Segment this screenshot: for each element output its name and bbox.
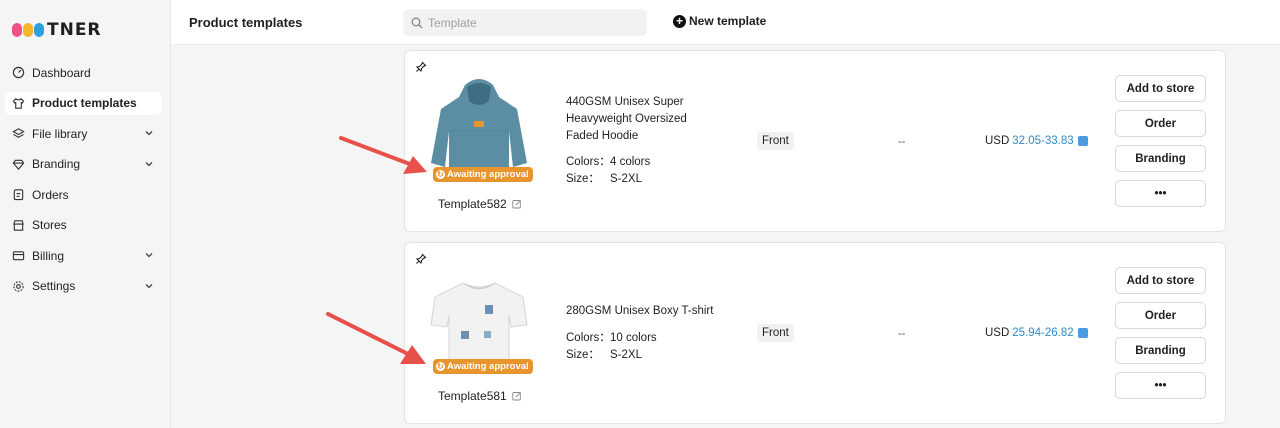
search-icon — [411, 17, 423, 28]
placement-tag: Front — [757, 324, 794, 342]
sidebar-item-label: Billing — [32, 248, 65, 263]
product-size: Size： S-2XL — [566, 173, 642, 185]
diamond-icon — [11, 157, 25, 171]
order-button[interactable]: Order — [1115, 302, 1206, 329]
sidebar-nav: Dashboard Product templates File library… — [5, 61, 162, 305]
wallet-icon — [11, 249, 25, 263]
edit-icon[interactable] — [512, 391, 522, 401]
chevron-down-icon[interactable] — [144, 281, 154, 291]
price: USD 32.05-33.83 — [985, 135, 1088, 147]
add-to-store-button[interactable]: Add to store — [1115, 267, 1206, 294]
product-colors: Colors：4 colors — [566, 156, 651, 168]
empty-value: -- — [898, 136, 906, 148]
pin-icon[interactable] — [415, 61, 427, 73]
store-icon — [11, 218, 25, 232]
hoodie-image[interactable] — [429, 71, 529, 181]
new-template-label: New template — [689, 14, 767, 28]
placement-tag: Front — [757, 132, 794, 150]
sidebar-item-label: File library — [32, 126, 88, 141]
more-button[interactable]: ••• — [1115, 180, 1206, 207]
product-colors: Colors：10 colors — [566, 332, 657, 344]
chevron-down-icon[interactable] — [144, 128, 154, 138]
empty-value: -- — [898, 328, 906, 340]
edit-icon[interactable] — [512, 199, 522, 209]
status-badge: ↻ Awaiting approval — [433, 167, 533, 182]
brand-logo-mark — [12, 23, 44, 37]
clipboard-icon — [11, 188, 25, 202]
template-name: Template581 — [438, 389, 522, 403]
price: USD 25.94-26.82 — [985, 327, 1088, 339]
template-name: Template582 — [438, 197, 522, 211]
branding-button[interactable]: Branding — [1115, 337, 1206, 364]
plus-circle-icon: + — [673, 14, 686, 28]
clock-icon: ↻ — [436, 362, 445, 371]
chevron-down-icon[interactable] — [144, 159, 154, 169]
sidebar-item-billing[interactable]: Billing — [5, 244, 162, 267]
price-info-icon[interactable] — [1077, 328, 1088, 338]
template-card: ↻ Awaiting approval Template582 440GSM U… — [404, 50, 1226, 232]
sidebar-item-label: Dashboard — [32, 65, 91, 80]
template-card: ↻ Awaiting approval Template581 280GSM U… — [404, 242, 1226, 424]
page-title: Product templates — [189, 15, 303, 30]
search-input[interactable] — [428, 15, 628, 30]
sidebar: TNER Dashboard Product templates File li… — [0, 0, 171, 428]
chevron-down-icon[interactable] — [144, 250, 154, 260]
branding-button[interactable]: Branding — [1115, 145, 1206, 172]
sidebar-item-product-templates[interactable]: Product templates — [5, 91, 162, 115]
sidebar-item-stores[interactable]: Stores — [5, 214, 162, 237]
price-info-icon[interactable] — [1077, 136, 1088, 146]
status-badge: ↻ Awaiting approval — [433, 359, 533, 374]
sidebar-item-label: Orders — [32, 187, 69, 202]
pin-icon[interactable] — [415, 253, 427, 265]
add-to-store-button[interactable]: Add to store — [1115, 75, 1206, 102]
sidebar-item-file-library[interactable]: File library — [5, 122, 162, 145]
top-bar: Product templates + New template — [171, 0, 1280, 45]
sidebar-item-label: Settings — [32, 279, 76, 293]
sidebar-item-orders[interactable]: Orders — [5, 183, 162, 206]
sidebar-item-label: Branding — [32, 157, 81, 171]
tshirt-image[interactable] — [429, 263, 529, 373]
sidebar-item-settings[interactable]: Settings — [5, 275, 162, 298]
layers-icon — [11, 127, 25, 141]
brand-logo[interactable]: TNER — [12, 20, 102, 40]
brand-name: TNER — [47, 20, 102, 40]
gear-icon — [11, 279, 25, 293]
more-button[interactable]: ••• — [1115, 372, 1206, 399]
sidebar-item-label: Stores — [32, 218, 67, 232]
clock-icon: ↻ — [436, 170, 445, 179]
dashboard-icon — [11, 66, 25, 80]
order-button[interactable]: Order — [1115, 110, 1206, 137]
product-size: Size： S-2XL — [566, 349, 642, 361]
search-box[interactable] — [403, 9, 647, 36]
product-title: 440GSM Unisex Super Heavyweight Oversize… — [566, 96, 687, 142]
tshirt-icon — [11, 96, 25, 110]
sidebar-item-label: Product templates — [32, 96, 137, 110]
sidebar-item-dashboard[interactable]: Dashboard — [5, 61, 162, 84]
product-title: 280GSM Unisex Boxy T-shirt — [566, 305, 714, 317]
sidebar-item-branding[interactable]: Branding — [5, 153, 162, 176]
new-template-button[interactable]: + New template — [673, 14, 766, 28]
